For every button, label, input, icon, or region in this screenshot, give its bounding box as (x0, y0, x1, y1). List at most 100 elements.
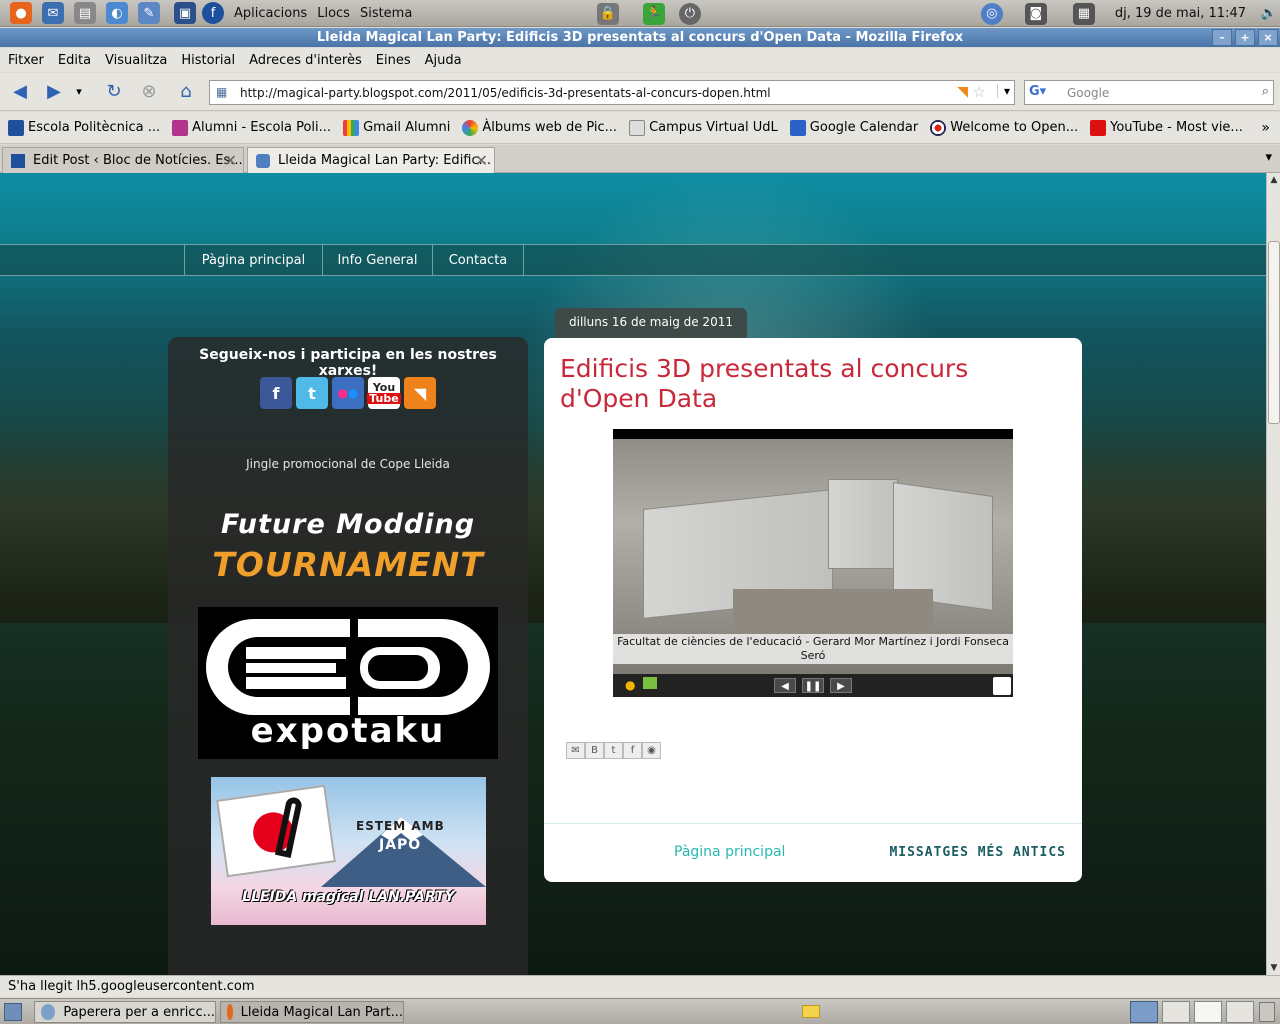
close-tab-icon[interactable]: ✕ (224, 151, 237, 170)
flickr-icon[interactable]: ● ● (332, 377, 364, 409)
menu-visualitza[interactable]: Visualitza (105, 53, 167, 68)
close-tab-icon[interactable]: ✕ (475, 151, 488, 170)
picasa-logo-icon[interactable] (993, 677, 1011, 695)
menu-adreces[interactable]: Adreces d'interès (249, 53, 362, 68)
notes-launcher-icon[interactable]: ✎ (138, 2, 160, 24)
google-apps-icon (343, 119, 360, 136)
menu-eines[interactable]: Eines (376, 53, 411, 68)
history-dropdown-icon[interactable]: ▾ (72, 81, 86, 103)
fedora-logo-icon[interactable]: f (202, 2, 224, 24)
buzz-share-icon[interactable]: ◉ (642, 742, 661, 759)
bookmark-gmail-alumni[interactable]: Gmail Alumni (343, 119, 450, 136)
url-bar[interactable]: ▦ http://magical-party.blogspot.com/2011… (209, 80, 1015, 105)
browser-icon[interactable]: ◎ (980, 2, 1003, 25)
bookmark-alumni[interactable]: Alumni - Escola Poli... (172, 119, 331, 136)
bookmark-picasa[interactable]: Àlbums web de Pic... (462, 119, 617, 136)
workspace-3[interactable] (1194, 1001, 1222, 1023)
previous-icon[interactable]: ◀ (774, 678, 796, 693)
volume-icon[interactable]: 🔊 (1258, 3, 1280, 25)
twitter-icon[interactable]: t (296, 377, 328, 409)
tab-edit-post[interactable]: Edit Post ‹ Bloc de Notícies. Es... ✕ (2, 147, 244, 173)
google-engine-icon[interactable]: G▾ (1029, 84, 1046, 99)
trash-applet-icon[interactable] (1259, 1002, 1275, 1022)
menu-edita[interactable]: Edita (58, 53, 91, 68)
scroll-down-icon[interactable]: ▼ (1267, 961, 1280, 975)
firefox-launcher-icon[interactable]: ● (10, 2, 32, 24)
scroll-up-icon[interactable]: ▲ (1267, 173, 1280, 187)
printer-launcher-icon[interactable]: ▤ (74, 2, 96, 24)
camera-icon[interactable]: ◙ (1024, 2, 1047, 25)
folder-tray-icon[interactable] (802, 1005, 820, 1018)
site-identity-icon[interactable]: ▦ (216, 85, 227, 99)
youtube-social-icon[interactable]: You Tube (367, 377, 401, 409)
bookmark-open-data[interactable]: Welcome to Open... (930, 119, 1078, 136)
facebook-share-icon[interactable]: f (623, 742, 642, 759)
home-icon[interactable]: ⌂ (174, 81, 198, 103)
vertical-scrollbar[interactable]: ▲ ▼ (1266, 173, 1280, 975)
search-icon[interactable]: ⌕ (1262, 84, 1269, 99)
comment-icon[interactable] (643, 677, 657, 689)
email-share-icon[interactable]: ✉ (566, 742, 585, 759)
window-titlebar[interactable]: Lleida Magical Lan Party: Edificis 3D pr… (0, 28, 1280, 47)
person-icon[interactable]: ● (625, 678, 635, 692)
bookmark-youtube[interactable]: YouTube - Most vie... (1090, 119, 1243, 136)
search-box[interactable]: G▾ Google ⌕ (1024, 80, 1274, 105)
tab-list-icon[interactable]: ▾ (1265, 150, 1272, 165)
sidebar: Segueix-nos i participa en les nostres x… (168, 337, 528, 975)
back-icon[interactable]: ◀ (8, 81, 32, 103)
close-window-icon[interactable]: × (1258, 29, 1278, 46)
menu-sistema[interactable]: Sistema (360, 6, 412, 21)
pause-icon[interactable]: ❚❚ (802, 678, 824, 693)
reload-icon[interactable]: ↻ (102, 81, 126, 103)
blogthis-share-icon[interactable]: B (585, 742, 604, 759)
bookmark-campus-virtual[interactable]: Campus Virtual UdL (629, 119, 778, 136)
task-firefox[interactable]: Lleida Magical Lan Part... (220, 1001, 404, 1023)
menu-fitxer[interactable]: Fitxer (8, 53, 44, 68)
minimize-icon[interactable]: – (1212, 29, 1232, 46)
nav-contacta[interactable]: Contacta (432, 245, 524, 276)
menu-aplicacions[interactable]: Aplicacions (234, 6, 307, 21)
network-launcher-icon[interactable]: ◐ (106, 2, 128, 24)
running-man-icon[interactable]: 🏃 (642, 2, 665, 25)
power-icon[interactable]: ⏻ (678, 2, 701, 25)
rss-feed-icon[interactable]: ◥ (404, 377, 436, 409)
workspace-4[interactable] (1226, 1001, 1254, 1023)
bookmarks-overflow-icon[interactable]: » (1261, 120, 1270, 136)
show-desktop-icon[interactable] (4, 1003, 22, 1021)
jingle-label: Jingle promocional de Cope Lleida (246, 457, 450, 471)
scroll-thumb[interactable] (1268, 241, 1280, 424)
workspace-1[interactable] (1130, 1001, 1158, 1023)
task-paperera[interactable]: Paperera per a enricc... (34, 1001, 216, 1023)
home-link[interactable]: Pàgina principal (674, 844, 785, 860)
bookmark-google-calendar[interactable]: Google Calendar (789, 119, 918, 136)
tab-lleida-magical[interactable]: Lleida Magical Lan Party: Edific... ✕ (247, 147, 495, 173)
terminal-launcher-icon[interactable]: ▣ (174, 2, 196, 24)
expotaku-banner[interactable]: expotaku (198, 607, 498, 759)
bookmark-escola-politecnica[interactable]: Escola Politècnica ... (8, 119, 160, 136)
rss-icon[interactable]: ◥ (957, 84, 968, 100)
twitter-share-icon[interactable]: t (604, 742, 623, 759)
bookmark-star-icon[interactable]: ☆ (973, 83, 986, 101)
menu-llocs[interactable]: Llocs (317, 6, 350, 21)
facebook-icon[interactable]: f (260, 377, 292, 409)
calendar-icon (789, 119, 806, 136)
future-modding-banner[interactable]: Future Modding TOURNAMENT (208, 509, 488, 589)
menu-ajuda[interactable]: Ajuda (425, 53, 462, 68)
lock-screen-icon[interactable]: 🔒 (596, 2, 619, 25)
stop-icon[interactable]: ⊗ (137, 81, 161, 103)
nav-pagina-principal[interactable]: Pàgina principal (184, 245, 322, 276)
post-title[interactable]: Edificis 3D presentats al concurs d'Open… (560, 354, 1060, 414)
forward-icon[interactable]: ▶ (42, 81, 66, 103)
url-dropdown-icon[interactable]: ▾ (996, 84, 1010, 98)
menu-historial[interactable]: Historial (181, 53, 235, 68)
nav-info-general[interactable]: Info General (322, 245, 432, 276)
panel-clock[interactable]: dj, 19 de mai, 11:47 (1115, 6, 1246, 21)
workspace-2[interactable] (1162, 1001, 1190, 1023)
estem-amb-japo-banner[interactable]: ESTEM AMB JAPÓ LLEIDA magical LAN.PARTY (211, 777, 486, 925)
older-posts-link[interactable]: MISSATGES MÉS ANTICS (889, 845, 1066, 860)
calculator-icon[interactable]: ▦ (1072, 2, 1095, 25)
maximize-icon[interactable]: + (1235, 29, 1255, 46)
video-slideshow[interactable]: Facultat de ciències de l'educació - Ger… (613, 429, 1013, 697)
thunderbird-launcher-icon[interactable]: ✉ (42, 2, 64, 24)
next-icon[interactable]: ▶ (830, 678, 852, 693)
